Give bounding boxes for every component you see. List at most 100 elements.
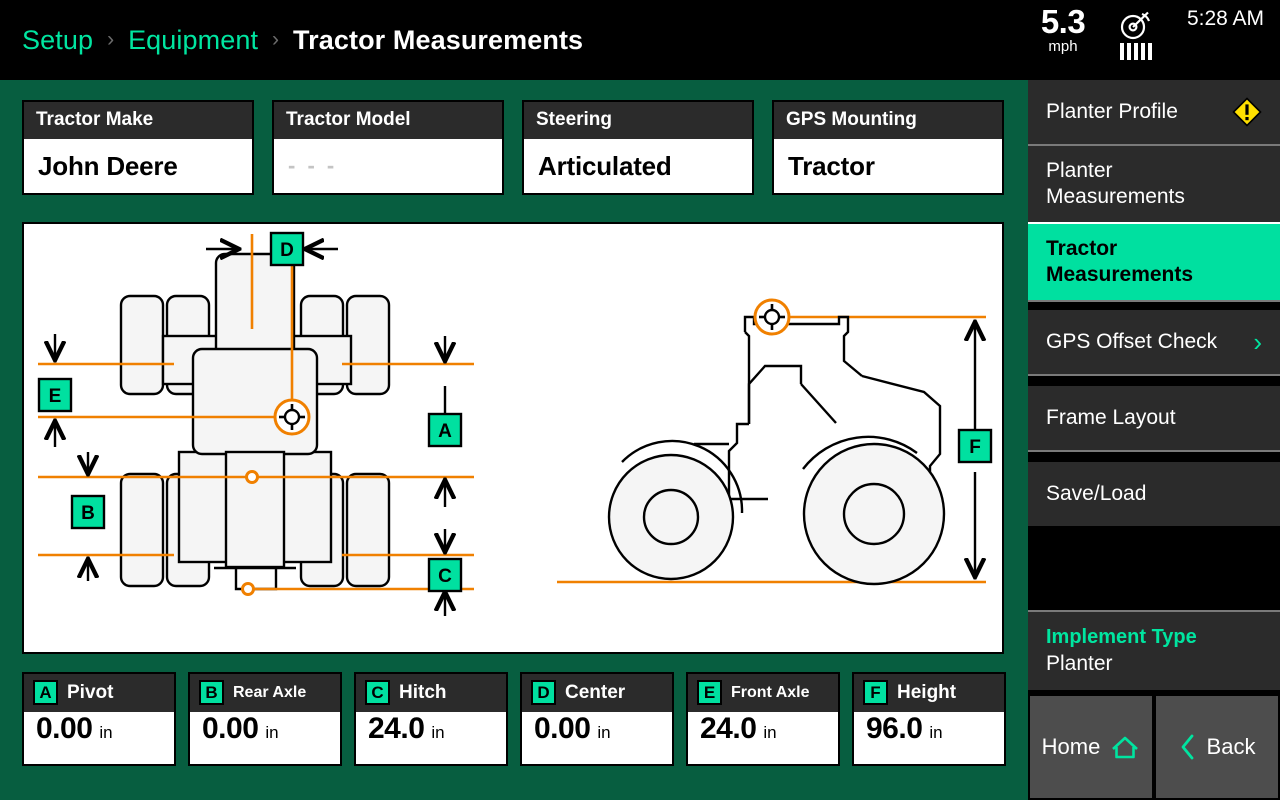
- implement-type-label: Implement Type: [1046, 626, 1197, 648]
- svg-text:F: F: [969, 437, 981, 458]
- crosshair-target-icon-top: [273, 398, 311, 436]
- tractor-side-view: F: [557, 298, 993, 586]
- speed-unit: mph: [1048, 37, 1078, 55]
- measurement-label: Center: [565, 681, 626, 703]
- info-card-value: - - -: [288, 153, 338, 178]
- breadcrumb: Setup › Equipment › Tractor Measurements: [22, 0, 583, 80]
- sidebar-divider: [1028, 450, 1280, 452]
- svg-text:B: B: [81, 503, 95, 524]
- info-card-label: Steering: [524, 102, 752, 139]
- info-cards: Tractor Make John Deere Tractor Model - …: [22, 100, 1004, 195]
- info-card-value: Tractor: [788, 150, 875, 181]
- measurement-label: Pivot: [67, 681, 114, 703]
- measurement-unit: in: [763, 723, 777, 742]
- sidebar-item-save-load[interactable]: Save/Load: [1028, 462, 1280, 526]
- breadcrumb-item-equipment[interactable]: Equipment: [128, 25, 258, 56]
- measurement-label: Front Axle: [731, 683, 810, 701]
- sidebar-item-label: Tractor Measurements: [1046, 236, 1194, 286]
- sidebar-divider: [1028, 374, 1280, 376]
- page-title: Tractor Measurements: [293, 24, 584, 55]
- measurement-unit: in: [929, 723, 943, 742]
- measurement-card-height[interactable]: F Height 96.0 in: [852, 672, 1006, 766]
- pivot-point-icon: [245, 470, 259, 484]
- breadcrumb-item-setup[interactable]: Setup: [22, 25, 93, 56]
- home-button-label: Home: [1041, 734, 1101, 759]
- measurement-value: 96.0: [866, 712, 923, 745]
- measurement-card-center[interactable]: D Center 0.00 in: [520, 672, 674, 766]
- measurement-value: 0.00: [36, 712, 93, 745]
- signal-bar: [1148, 43, 1152, 60]
- chevron-left-icon: [1181, 734, 1193, 760]
- back-button[interactable]: Back: [1156, 696, 1278, 798]
- info-card-tractor-make[interactable]: Tractor Make John Deere: [22, 100, 254, 195]
- speed-value: 5.3: [1040, 3, 1086, 40]
- sidebar-item-label: Planter Profile: [1046, 99, 1178, 123]
- sidebar-item-label: Save/Load: [1046, 481, 1147, 505]
- svg-text:E: E: [49, 386, 62, 407]
- sidebar-item-label: Planter Measurements: [1046, 158, 1185, 208]
- measurement-unit: in: [431, 723, 445, 742]
- sidebar-item-label: GPS Offset Check: [1046, 329, 1218, 353]
- info-card-value: Articulated: [538, 150, 672, 181]
- implement-type-value: Planter: [1046, 652, 1113, 675]
- chevron-right-icon: ›: [1253, 327, 1262, 357]
- measurement-unit: in: [99, 723, 113, 742]
- info-card-label: GPS Mounting: [774, 102, 1002, 139]
- home-icon: [1112, 736, 1139, 759]
- crosshair-target-icon-side: [753, 298, 791, 336]
- info-card-steering[interactable]: Steering Articulated: [522, 100, 754, 195]
- dim-badge-e: E: [697, 680, 722, 705]
- breadcrumb-separator-icon: ›: [107, 27, 115, 51]
- speed-indicator: 5.3 mph: [1030, 3, 1096, 55]
- sidebar-item-gps-offset-check[interactable]: GPS Offset Check ›: [1028, 310, 1280, 374]
- dim-badge-d: D: [531, 680, 556, 705]
- signal-bars: [1105, 43, 1167, 60]
- main-panel: Tractor Make John Deere Tractor Model - …: [0, 80, 1028, 800]
- breadcrumb-separator-icon: ›: [272, 27, 280, 51]
- svg-text:A: A: [438, 421, 452, 442]
- info-card-gps-mounting[interactable]: GPS Mounting Tractor: [772, 100, 1004, 195]
- measurement-card-pivot[interactable]: A Pivot 0.00 in: [22, 672, 176, 766]
- signal-bar: [1134, 43, 1138, 60]
- measurement-value: 24.0: [700, 712, 757, 745]
- warning-icon: [1232, 97, 1262, 127]
- info-card-value: John Deere: [38, 150, 178, 181]
- tractor-diagram-svg: .ol { stroke:#000; stroke-width:2.4; fil…: [37, 231, 993, 616]
- svg-text:D: D: [280, 240, 294, 261]
- home-button[interactable]: Home: [1030, 696, 1152, 798]
- measurement-label: Rear Axle: [233, 683, 307, 701]
- tractor-diagram[interactable]: .ol { stroke:#000; stroke-width:2.4; fil…: [22, 222, 1004, 654]
- back-button-label: Back: [1206, 734, 1256, 759]
- measurement-label: Height: [897, 681, 957, 703]
- tractor-measurements-screen: Setup › Equipment › Tractor Measurements…: [0, 0, 1280, 800]
- signal-bar: [1120, 43, 1124, 60]
- signal-bar: [1141, 43, 1145, 60]
- dim-badge-c: C: [365, 680, 390, 705]
- hitch-point-icon: [241, 582, 255, 596]
- satellite-dish-icon: [1120, 11, 1151, 40]
- measurement-unit: in: [597, 723, 611, 742]
- measurement-unit: in: [265, 723, 279, 742]
- sidebar-item-planter-measurements[interactable]: Planter Measurements: [1028, 146, 1280, 222]
- svg-text:C: C: [438, 566, 452, 587]
- measurement-card-rear-axle[interactable]: B Rear Axle 0.00 in: [188, 672, 342, 766]
- tractor-top-view: D E B A C: [37, 231, 474, 616]
- sidebar-item-frame-layout[interactable]: Frame Layout: [1028, 386, 1280, 450]
- info-card-label: Tractor Model: [274, 102, 502, 139]
- sidebar-item-planter-profile[interactable]: Planter Profile: [1028, 80, 1280, 144]
- gps-signal-indicator: [1105, 10, 1167, 60]
- top-bar: Setup › Equipment › Tractor Measurements…: [0, 0, 1280, 80]
- status-bar: 5.3 mph 5:28 AM: [1000, 0, 1280, 80]
- dim-badge-f: F: [863, 680, 888, 705]
- sidebar-item-tractor-measurements[interactable]: Tractor Measurements: [1028, 224, 1280, 300]
- sidebar: Planter Profile Planter Measurements Tra…: [1028, 80, 1280, 800]
- info-card-label: Tractor Make: [24, 102, 252, 139]
- measurement-value: 0.00: [534, 712, 591, 745]
- measurement-value: 24.0: [368, 712, 425, 745]
- measurement-label: Hitch: [399, 681, 447, 703]
- implement-type-info: Implement Type Planter: [1028, 612, 1280, 690]
- measurement-card-hitch[interactable]: C Hitch 24.0 in: [354, 672, 508, 766]
- info-card-tractor-model[interactable]: Tractor Model - - -: [272, 100, 504, 195]
- measurement-card-front-axle[interactable]: E Front Axle 24.0 in: [686, 672, 840, 766]
- sidebar-divider: [1028, 300, 1280, 302]
